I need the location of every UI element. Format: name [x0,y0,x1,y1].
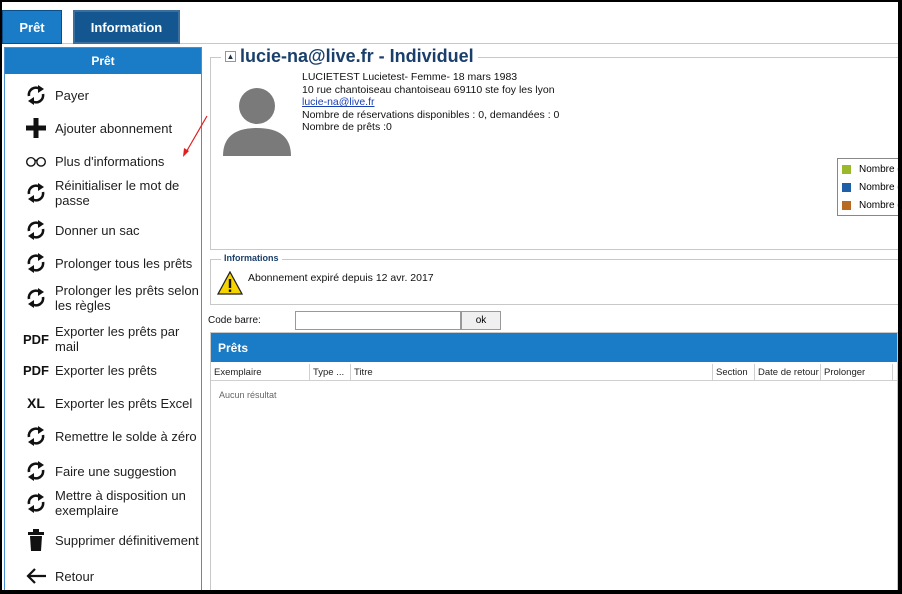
information-panel: Informations Abonnement expiré depuis 12… [210,253,898,305]
refresh-icon [25,181,47,205]
sidebar-item-label: Exporter les prêts par mail [55,324,180,354]
pdf-icon: PDF [23,362,49,378]
sidebar-item-label: Plus d'informations [55,153,165,169]
barcode-label: Code barre: [208,314,261,326]
sidebar-item-label: Exporter les prêts [55,362,157,378]
loans-table-header: Exemplaire Type ... Titre Section Date d… [211,364,897,381]
sidebar-item-13[interactable]: Mettre à disposition un exemplaire [5,486,201,520]
refresh-icon [25,251,47,275]
sidebar-item-label: Prolonger les prêts selon les règles [55,283,199,313]
sidebar-item-15[interactable]: Retour [5,564,201,588]
patron-title: lucie-na@live.fr - Individuel [240,46,474,66]
patron-loan-count: Nombre de prêts :0 [302,121,392,133]
column-exemplaire[interactable]: Exemplaire [211,364,310,380]
warning-icon [217,271,243,295]
loans-title: Prêts [211,333,897,362]
refresh-icon [25,286,47,310]
sidebar-header: Prêt [5,48,201,74]
loans-panel: Prêts Exemplaire Type ... Titre Section … [210,332,898,590]
sidebar-item-label: Remettre le solde à zéro [55,428,197,444]
column-prolonger[interactable]: Prolonger [821,364,893,380]
annotation-arrow [183,115,208,157]
patron-reservations: Nombre de réservations disponibles : 0, … [302,108,560,121]
glasses-icon [25,149,47,173]
refresh-icon [25,424,47,448]
ok-button[interactable]: ok [461,310,501,330]
information-title: Informations [221,253,282,263]
tab-information[interactable]: Information [73,10,180,44]
patron-details: LUCIETEST Lucietest- Femme- 18 mars 1983… [302,71,559,134]
pdf-icon: PDF [23,331,49,347]
app-window: Prêt Information Prêt Payer Ajouter abonn… [2,2,898,590]
patron-email-link[interactable]: lucie-na@live.fr [302,96,375,108]
trash-icon [25,528,47,552]
legend-swatch [842,200,851,210]
sidebar-item-11[interactable]: Remettre le solde à zéro [5,419,201,453]
refresh-icon [25,218,47,242]
arrow-left-icon [25,564,47,588]
legend-item: Nombre de [838,179,898,195]
sidebar-item-label: Ajouter abonnement [55,120,173,136]
patron-address: 10 rue chantoiseau chantoiseau 69110 ste… [302,83,555,96]
sidebar-item-3[interactable]: Plus d'informations [5,149,201,173]
sidebar-item-label: Payer [55,87,89,103]
legend-item: Nombre de [838,161,898,177]
legend-swatch [842,164,851,174]
avatar [223,88,291,156]
refresh-icon [25,459,47,483]
column-date-retour[interactable]: Date de retour [755,364,821,380]
legend-label: Nombre de [859,181,898,193]
plus-icon [25,116,47,140]
patron-identity: LUCIETEST Lucietest- Femme- 18 mars 1983 [302,71,518,83]
refresh-icon [25,83,47,107]
sidebar-item-7[interactable]: Prolonger les prêts selon les règles [5,281,201,315]
legend-label: Nombre de [859,199,898,211]
sidebar: Prêt Payer Ajouter abonnement Plus d'infor… [4,47,202,590]
sidebar-item-label: Mettre à disposition un exemplaire [55,488,186,518]
column-type[interactable]: Type ... [310,364,351,380]
barcode-input[interactable] [295,310,461,330]
sidebar-item-12[interactable]: Faire une suggestion [5,459,201,483]
sidebar-item-10[interactable]: XL Exporter les prêts Excel [5,391,201,415]
legend-label: Nombre de [859,163,898,175]
information-message: Abonnement expiré depuis 12 avr. 2017 [248,272,434,284]
refresh-icon [25,491,47,515]
sidebar-item-label: Faire une suggestion [55,463,177,479]
barcode-row: Code barre: ok [208,309,501,331]
sidebar-item-1[interactable]: Payer [5,83,201,107]
empty-message: Aucun résultat [219,390,277,400]
tab-pret[interactable]: Prêt [2,10,62,44]
sidebar-item-9[interactable]: PDF Exporter les prêts [5,358,201,382]
sidebar-item-label: Retour [55,568,95,584]
sidebar-item-2[interactable]: Ajouter abonnement [5,116,201,140]
sidebar-item-label: Donner un sac [55,222,140,238]
sidebar-item-5[interactable]: Donner un sac [5,218,201,242]
tab-bar: Prêt Information [2,8,898,44]
excel-icon: XL [27,395,45,411]
legend-swatch [842,182,851,192]
patron-panel: ▲ lucie-na@live.fr - Individuel LUCIETES… [210,46,898,250]
sidebar-item-4[interactable]: Réinitialiser le mot de passe [5,176,201,210]
column-section[interactable]: Section [713,364,755,380]
sidebar-item-label: Supprimer définitivement [55,532,199,548]
sidebar-item-8[interactable]: PDF Exporter les prêts par mail [5,322,201,356]
patron-legend: ▲ lucie-na@live.fr - Individuel [221,46,478,67]
collapse-icon[interactable]: ▲ [225,51,236,62]
sidebar-item-label: Exporter les prêts Excel [55,395,193,411]
sidebar-item-label: Réinitialiser le mot de passe [55,178,180,208]
legend-item: Nombre de [838,197,898,213]
sidebar-item-6[interactable]: Prolonger tous les prêts [5,251,201,275]
chart-legend: Nombre de Nombre de Nombre de [837,158,898,216]
sidebar-item-14[interactable]: Supprimer définitivement [5,523,201,557]
sidebar-item-label: Prolonger tous les prêts [55,255,193,271]
main-content: ▲ lucie-na@live.fr - Individuel LUCIETES… [208,46,898,590]
column-titre[interactable]: Titre [351,364,713,380]
